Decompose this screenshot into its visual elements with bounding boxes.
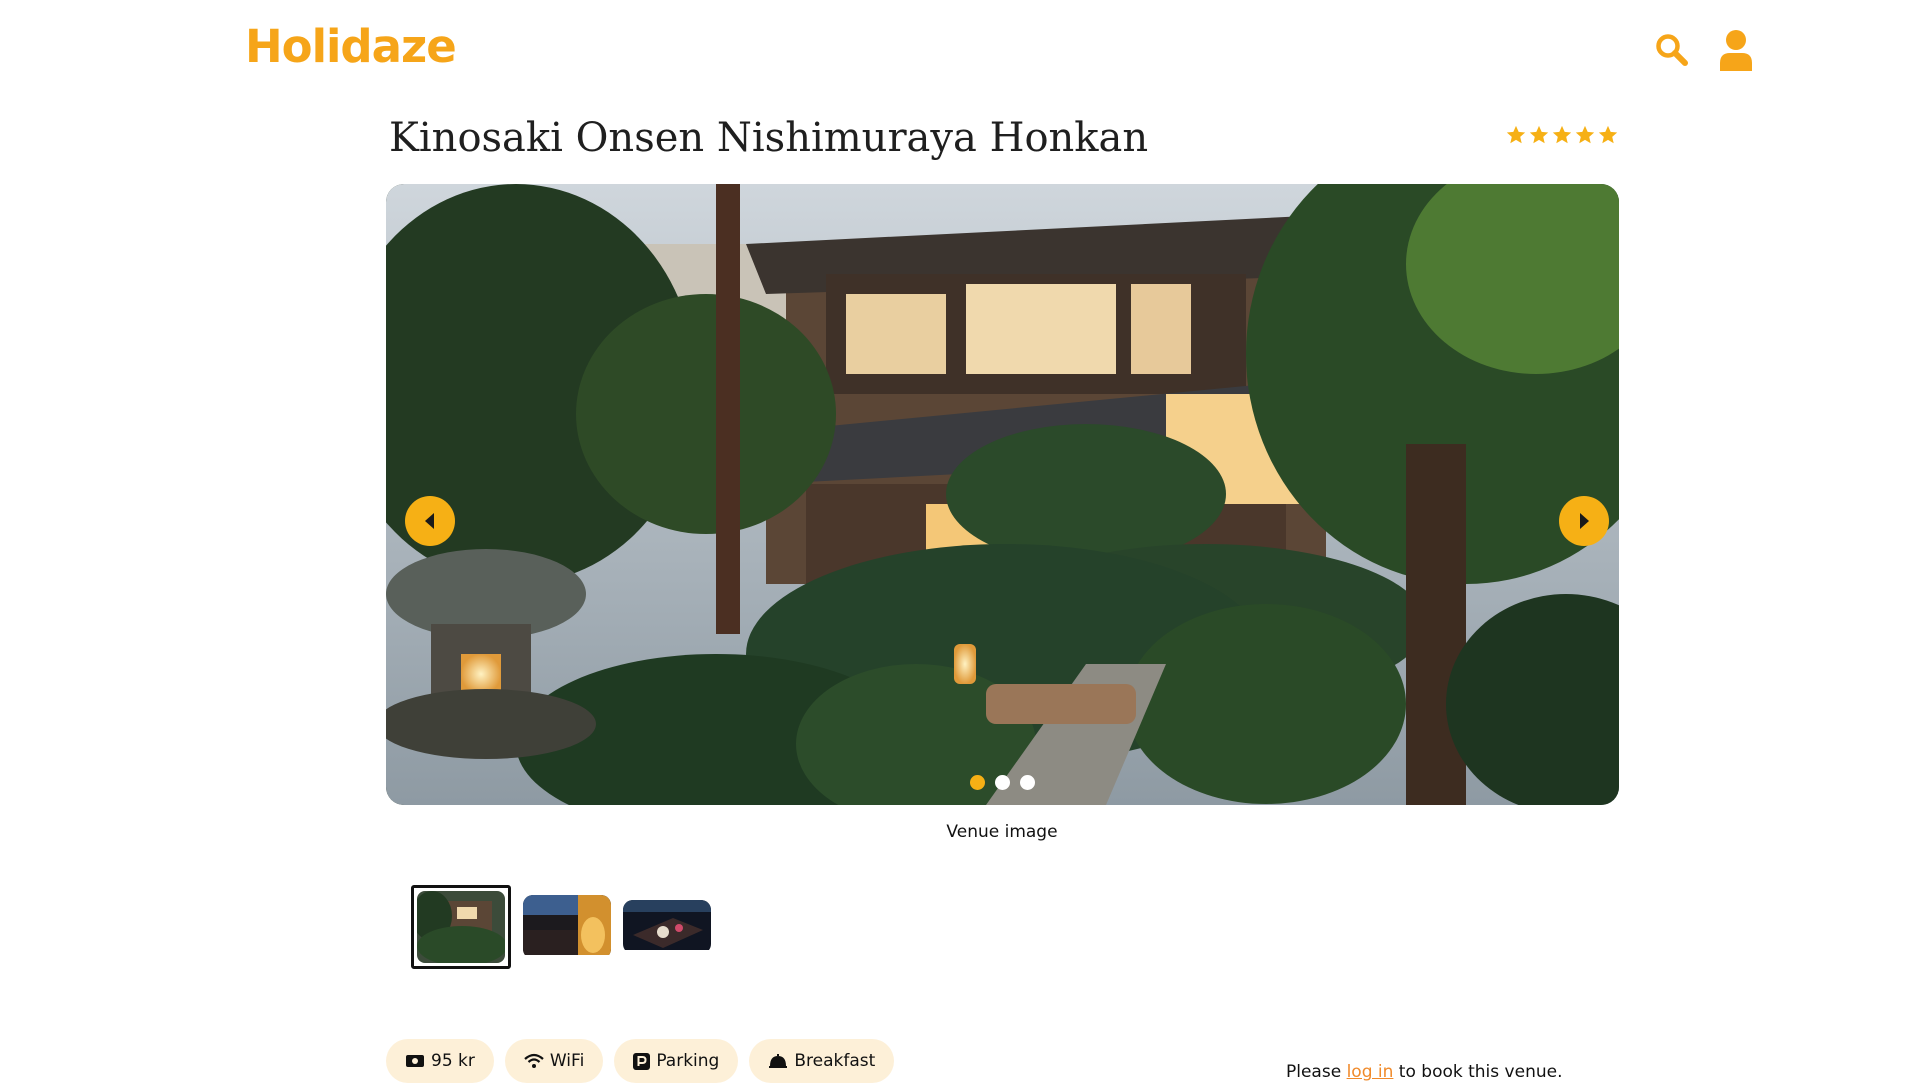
- thumbnail-strip: [411, 885, 711, 969]
- star-icon: [1552, 125, 1572, 144]
- carousel-dot[interactable]: [970, 775, 985, 790]
- parking-icon: [633, 1052, 651, 1070]
- wifi-icon: [524, 1053, 544, 1068]
- amenity-label: 95 kr: [431, 1051, 475, 1071]
- brand-logo[interactable]: Holidaze: [245, 20, 457, 73]
- amenity-parking: Parking: [614, 1039, 739, 1083]
- carousel-indicators: [970, 775, 1035, 790]
- caret-left-icon: [425, 513, 434, 529]
- image-caption: Venue image: [946, 822, 1058, 842]
- star-icon: [1529, 125, 1549, 144]
- booking-login-note: Please log in to book this venue.: [1286, 1062, 1562, 1082]
- carousel-dot[interactable]: [995, 775, 1010, 790]
- thumbnail-dinner[interactable]: [623, 900, 711, 954]
- carousel-dot[interactable]: [1020, 775, 1035, 790]
- venue-title: Kinosaki Onsen Nishimuraya Honkan: [389, 115, 1149, 161]
- amenity-label: Parking: [656, 1051, 720, 1071]
- amenity-label: WiFi: [549, 1051, 585, 1071]
- money-icon: [406, 1055, 424, 1067]
- header-actions: [1650, 28, 1758, 72]
- booking-prefix: Please: [1286, 1062, 1347, 1082]
- star-icon: [1598, 125, 1618, 144]
- thumbnail-garden[interactable]: [411, 885, 511, 969]
- booking-suffix: to book this venue.: [1393, 1062, 1563, 1082]
- login-link[interactable]: log in: [1347, 1062, 1394, 1082]
- breakfast-icon: [769, 1054, 788, 1068]
- user-icon[interactable]: [1714, 28, 1758, 72]
- amenity-price: 95 kr: [386, 1039, 494, 1083]
- caret-right-icon: [1580, 513, 1589, 529]
- image-carousel[interactable]: [386, 184, 1619, 805]
- thumbnail-bath[interactable]: [523, 895, 611, 959]
- amenity-breakfast: Breakfast: [749, 1039, 895, 1083]
- carousel-next-button[interactable]: [1559, 496, 1609, 546]
- amenity-label: Breakfast: [794, 1051, 876, 1071]
- search-icon[interactable]: [1650, 28, 1694, 72]
- amenity-wifi: WiFi: [504, 1039, 604, 1083]
- venue-photo: [386, 184, 1619, 805]
- carousel-prev-button[interactable]: [405, 496, 455, 546]
- star-icon: [1575, 125, 1595, 144]
- rating-stars: [1505, 124, 1619, 146]
- star-icon: [1506, 125, 1526, 144]
- amenity-list: 95 kr WiFi Parking Breakfast: [386, 1039, 895, 1083]
